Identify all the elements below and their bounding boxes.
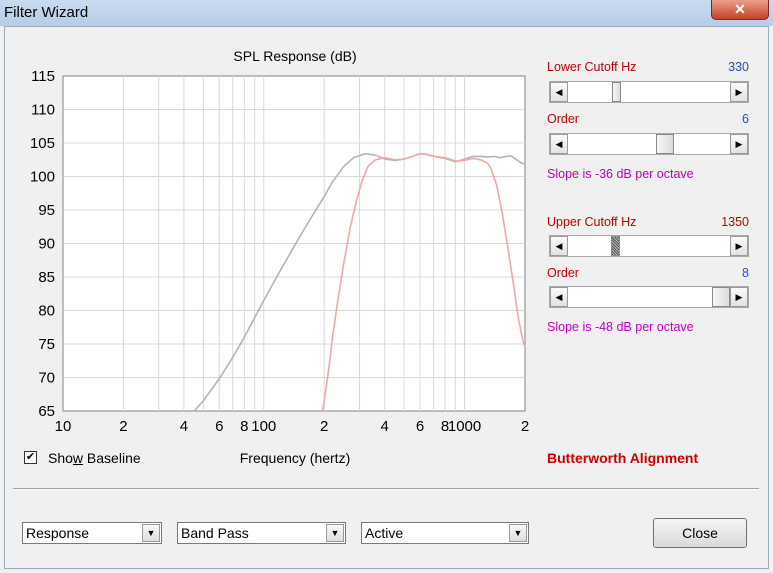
y-tick-label: 90 — [38, 236, 55, 253]
mode-select-value: Active — [365, 525, 404, 541]
y-tick-label: 65 — [38, 403, 55, 420]
scroll-left-arrow-icon[interactable]: ◀ — [550, 236, 568, 256]
x-tick-label: 2 — [521, 418, 529, 435]
close-button[interactable]: Close — [653, 518, 747, 548]
x-tick-label: 4 — [180, 418, 188, 435]
x-tick-label: 10 — [55, 418, 72, 435]
x-tick-label: 2 — [119, 418, 127, 435]
show-baseline-label-post: Baseline — [83, 450, 141, 466]
lower-cutoff-slider[interactable]: ◀ ▶ — [549, 81, 749, 103]
y-tick-label: 85 — [38, 269, 55, 286]
filter-wizard-window: Filter Wizard ✕ 65 70 75 80 85 90 95 100 105 110 1… — [0, 0, 773, 573]
upper-cutoff-value: 1350 — [721, 215, 749, 229]
x-tick-label: 100 — [251, 418, 276, 435]
upper-order-label: Order — [547, 266, 579, 280]
lower-cutoff-thumb[interactable] — [612, 82, 622, 102]
view-select[interactable]: Response ▼ — [22, 522, 162, 544]
chart-title: SPL Response (dB) — [233, 48, 356, 64]
upper-order-slider[interactable]: ◀ ▶ — [549, 286, 749, 308]
x-axis-label: Frequency (hertz) — [240, 450, 350, 466]
scroll-left-arrow-icon[interactable]: ◀ — [550, 287, 568, 307]
lower-cutoff-value: 330 — [728, 60, 749, 74]
y-tick-label: 75 — [38, 336, 55, 353]
separator-line — [13, 488, 759, 490]
window-title: Filter Wizard — [4, 4, 89, 21]
y-tick-label: 80 — [38, 303, 55, 320]
upper-cutoff-slider[interactable]: ◀ ▶ — [549, 235, 749, 257]
spl-response-chart: 65707580859095100105110115 10 2 4 6 8 100 2 4 6 8… — [30, 48, 530, 466]
upper-order-thumb[interactable] — [712, 287, 730, 307]
y-tick-labels: 65 70 75 80 85 90 95 100 105 110 115 — [30, 68, 55, 420]
show-baseline-label[interactable]: Show Baseline — [48, 450, 141, 466]
chevron-down-icon[interactable]: ▼ — [326, 524, 344, 542]
y-tick-label: 100 — [30, 169, 55, 186]
show-baseline-accel: w — [72, 450, 84, 466]
y-tick-label: 95 — [38, 202, 55, 219]
y-tick-label: 70 — [38, 370, 55, 387]
show-baseline-label-pre: Sho — [48, 450, 73, 466]
scroll-left-arrow-icon[interactable]: ◀ — [550, 82, 568, 102]
x-tick-label: 8 — [240, 418, 248, 435]
lower-order-thumb[interactable] — [655, 134, 674, 154]
lower-slope-text: Slope is -36 dB per octave — [547, 167, 694, 181]
alignment-text: Butterworth Alignment — [547, 450, 699, 466]
view-select-value: Response — [26, 525, 90, 541]
x-tick-label: 6 — [416, 418, 424, 435]
scroll-left-arrow-icon[interactable]: ◀ — [550, 134, 568, 154]
title-bar[interactable]: Filter Wizard ✕ — [0, 0, 773, 26]
upper-slope-text: Slope is -48 dB per octave — [547, 320, 694, 334]
lower-order-value: 6 — [742, 112, 749, 126]
scroll-right-arrow-icon[interactable]: ▶ — [730, 287, 748, 307]
y-tick-label: 110 — [31, 102, 55, 119]
chevron-down-icon[interactable]: ▼ — [142, 524, 160, 542]
x-tick-label: 6 — [215, 418, 223, 435]
y-tick-label: 105 — [30, 135, 55, 152]
filter-type-select[interactable]: Band Pass ▼ — [177, 522, 346, 544]
upper-cutoff-thumb[interactable] — [610, 236, 620, 256]
lower-cutoff-label: Lower Cutoff Hz — [547, 60, 637, 74]
x-tick-label: 2 — [320, 418, 328, 435]
scroll-right-arrow-icon[interactable]: ▶ — [730, 236, 748, 256]
chevron-down-icon[interactable]: ▼ — [509, 524, 527, 542]
lower-order-slider[interactable]: ◀ ▶ — [549, 133, 749, 155]
upper-order-value: 8 — [742, 266, 749, 280]
x-tick-label: 4 — [380, 418, 388, 435]
x-tick-labels: 10 2 4 6 8 100 2 4 6 81000 2 — [55, 418, 530, 435]
show-baseline-checkbox[interactable]: ✔ — [24, 451, 37, 464]
y-tick-label: 115 — [31, 68, 55, 85]
upper-cutoff-label: Upper Cutoff Hz — [547, 215, 637, 229]
filter-type-select-value: Band Pass — [181, 525, 249, 541]
x-tick-label: 1000 — [448, 418, 481, 435]
scroll-right-arrow-icon[interactable]: ▶ — [730, 134, 748, 154]
dialog-client-area: 65 70 75 80 85 90 95 100 105 110 115 10 2 4 6 8 100 2 4 6 8… — [4, 26, 769, 569]
lower-order-label: Order — [547, 112, 579, 126]
mode-select[interactable]: Active ▼ — [361, 522, 529, 544]
scroll-right-arrow-icon[interactable]: ▶ — [730, 82, 748, 102]
window-close-button[interactable]: ✕ — [711, 0, 769, 20]
